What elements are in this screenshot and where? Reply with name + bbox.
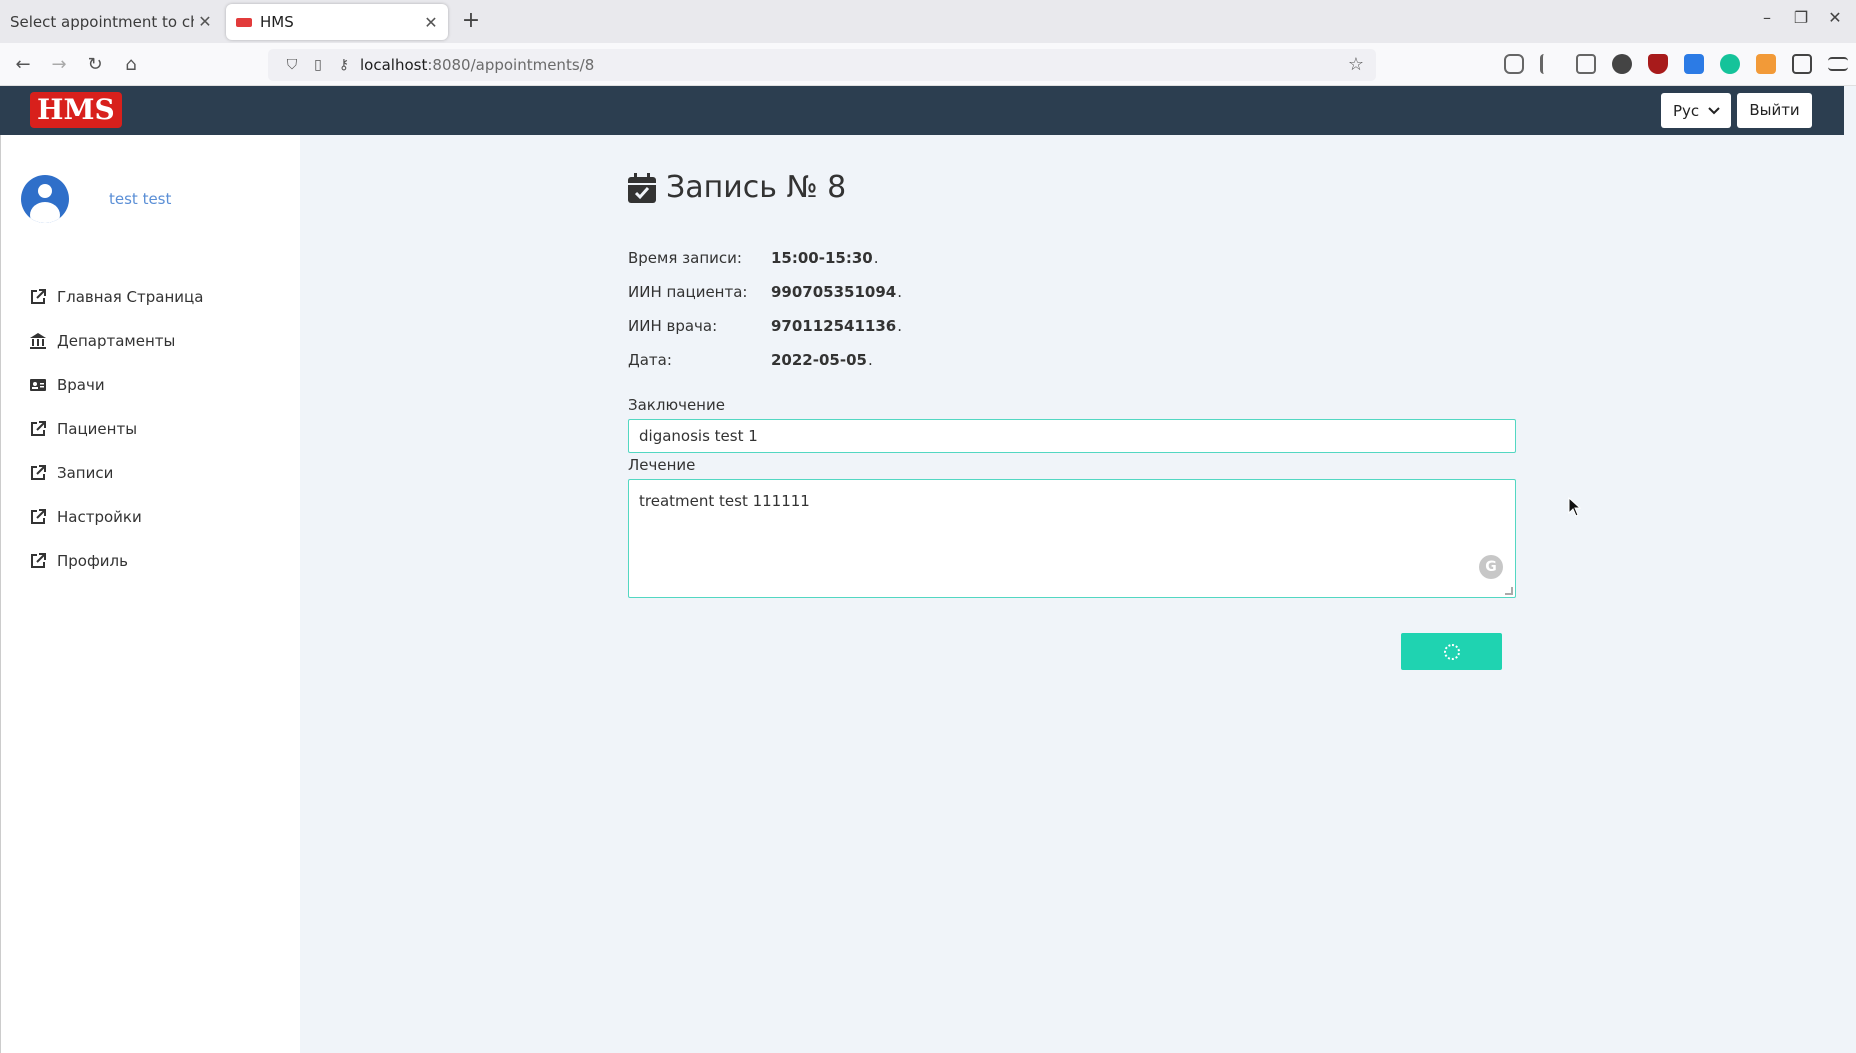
logo[interactable]: HMS (30, 92, 122, 128)
home-icon[interactable]: ⌂ (118, 52, 144, 78)
sidebar-item-label: Департаменты (57, 332, 176, 350)
sidebar: test test Главная Страница Департаменты … (0, 135, 300, 1053)
external-link-icon (31, 289, 46, 304)
page-title-text: Запись № 8 (666, 170, 847, 205)
info-value: 970112541136 (771, 317, 897, 335)
reload-icon[interactable]: ↻ (82, 52, 108, 78)
info-row-time: Время записи: 15:00-15:30. (628, 249, 902, 283)
forward-icon[interactable]: → (46, 52, 72, 78)
language-value: Рус (1673, 101, 1700, 120)
new-tab-button[interactable]: + (458, 8, 484, 34)
bookmark-star-icon[interactable]: ☆ (1348, 54, 1364, 75)
close-icon[interactable]: ✕ (194, 12, 216, 31)
treatment-text: treatment test 111111 (639, 492, 810, 510)
sidebar-item-label: Профиль (57, 552, 128, 570)
sidebar-item-appointments[interactable]: Записи (29, 451, 203, 495)
url-path: :8080/appointments/8 (427, 56, 595, 74)
favicon-icon (236, 17, 252, 27)
minimize-icon[interactable]: – (1758, 8, 1776, 27)
info-label: ИИН пациента: (628, 283, 748, 301)
close-window-icon[interactable]: ✕ (1826, 8, 1844, 27)
info-label: Время записи: (628, 249, 742, 267)
avatar (21, 175, 69, 223)
sidebar-item-label: Врачи (57, 376, 105, 394)
menu-icon[interactable] (1828, 57, 1848, 71)
bank-icon (30, 333, 46, 349)
sidebar-menu: Главная Страница Департаменты Врачи Паци… (29, 275, 203, 583)
info-row-doctor-iin: ИИН врача: 970112541136. (628, 317, 902, 351)
tab-title: HMS (260, 13, 294, 31)
info-row-date: Дата: 2022-05-05. (628, 351, 902, 385)
sidebar-item-label: Пациенты (57, 420, 138, 438)
conclusion-label: Заключение (628, 396, 725, 414)
user-name[interactable]: test test (109, 190, 171, 208)
browser-tab-inactive[interactable]: Select appointment to chang ✕ (0, 0, 222, 43)
chevron-down-icon (1708, 106, 1720, 114)
external-link-icon (31, 465, 46, 480)
id-card-icon (30, 379, 46, 391)
language-select[interactable]: Рус (1661, 93, 1731, 128)
app-header: HMS Рус Выйти (0, 86, 1844, 135)
sidebar-item-doctors[interactable]: Врачи (29, 363, 203, 407)
window-controls: – ❐ ✕ (1758, 8, 1844, 27)
key-icon: ⚷ (338, 57, 350, 73)
user-block: test test (21, 175, 171, 223)
info-value: 15:00-15:30 (771, 249, 873, 267)
treatment-textarea[interactable]: treatment test 111111 G (628, 479, 1516, 598)
sidebar-item-label: Записи (57, 464, 114, 482)
maximize-icon[interactable]: ❐ (1792, 8, 1810, 27)
library-icon[interactable] (1540, 54, 1560, 74)
extension-icon[interactable] (1612, 54, 1632, 74)
logout-button[interactable]: Выйти (1737, 93, 1812, 128)
sidebar-item-departments[interactable]: Департаменты (29, 319, 203, 363)
sidebar-item-patients[interactable]: Пациенты (29, 407, 203, 451)
pocket-icon[interactable] (1504, 54, 1524, 74)
info-label: ИИН врача: (628, 317, 718, 335)
page-icon: ▯ (314, 57, 322, 73)
browser-tab-bar: Select appointment to chang ✕ HMS ✕ + – … (0, 0, 1856, 43)
sidebar-item-label: Главная Страница (57, 288, 204, 306)
grammarly-icon[interactable] (1720, 54, 1740, 74)
external-link-icon (31, 553, 46, 568)
treatment-label: Лечение (628, 456, 696, 474)
shield-icon: ⛉ (286, 57, 298, 73)
appointment-info: Время записи: 15:00-15:30. ИИН пациента:… (628, 249, 902, 385)
extension-icon[interactable] (1684, 54, 1704, 74)
page-title: Запись № 8 (628, 170, 846, 205)
browser-tab-active[interactable]: HMS ✕ (226, 4, 448, 40)
close-icon[interactable]: ✕ (420, 13, 442, 32)
back-icon[interactable]: ← (10, 52, 36, 78)
browser-nav-bar: ← → ↻ ⌂ ⛉ ▯ ⚷ localhost:8080/appointment… (0, 43, 1856, 86)
url-bar[interactable]: ⛉ ▯ ⚷ localhost:8080/appointments/8 ☆ (268, 49, 1376, 81)
info-value: 2022-05-05 (771, 351, 867, 369)
extension-icon[interactable] (1756, 54, 1776, 74)
url-text: localhost:8080/appointments/8 (360, 56, 594, 74)
save-button[interactable] (1401, 633, 1502, 670)
sidebar-item-label: Настройки (57, 508, 142, 526)
conclusion-input[interactable]: diganosis test 1 (628, 419, 1516, 453)
info-row-patient-iin: ИИН пациента: 990705351094. (628, 283, 902, 317)
tab-title: Select appointment to chang (10, 12, 194, 31)
spinner-icon (1443, 643, 1460, 660)
grammarly-icon[interactable]: G (1479, 555, 1503, 579)
resize-handle[interactable] (1505, 587, 1513, 595)
external-link-icon (31, 509, 46, 524)
sidebar-icon[interactable] (1576, 54, 1596, 74)
sidebar-item-profile[interactable]: Профиль (29, 539, 203, 583)
url-host: localhost (360, 56, 428, 74)
sidebar-item-home[interactable]: Главная Страница (29, 275, 203, 319)
calendar-check-icon (628, 172, 656, 203)
mouse-cursor-icon (1568, 497, 1582, 517)
external-link-icon (31, 421, 46, 436)
extension-icon[interactable] (1792, 54, 1812, 74)
extension-toolbar (1504, 54, 1848, 74)
sidebar-item-settings[interactable]: Настройки (29, 495, 203, 539)
info-label: Дата: (628, 351, 672, 369)
ublock-icon[interactable] (1648, 54, 1668, 74)
info-value: 990705351094 (771, 283, 897, 301)
